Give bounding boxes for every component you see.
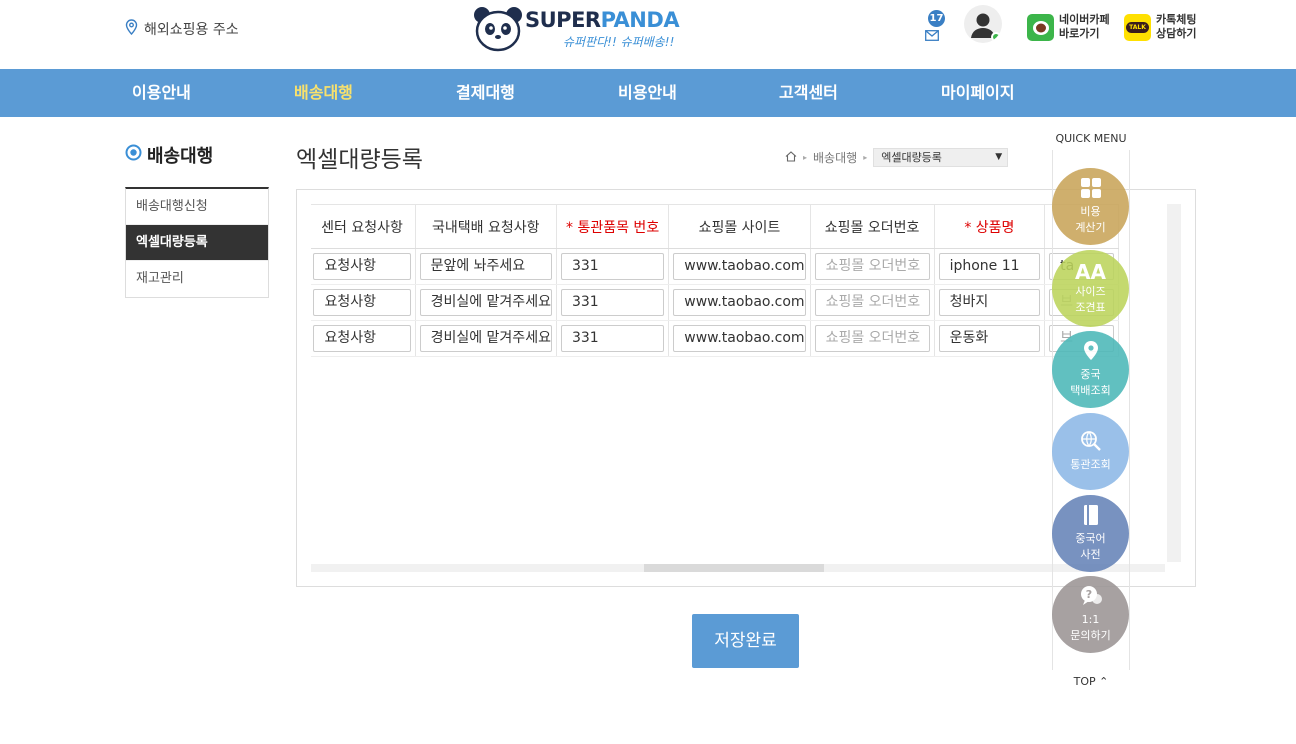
breadcrumb: ▸ 배송대행 ▸ 엑셀대량등록 ▼ bbox=[785, 148, 1009, 167]
globe-search-icon bbox=[1080, 430, 1102, 456]
home-icon[interactable] bbox=[785, 150, 797, 165]
customs-code-input[interactable]: 331 bbox=[560, 325, 665, 352]
shop-site-input[interactable]: www.taobao.com bbox=[673, 289, 806, 316]
question-chat-icon: ? bbox=[1079, 585, 1103, 611]
book-icon bbox=[1082, 504, 1100, 530]
column-header: 국내택배 요청사항 bbox=[415, 204, 557, 249]
nav-item-guide[interactable]: 이용안내 bbox=[132, 69, 191, 117]
save-complete-button[interactable]: 저장완료 bbox=[692, 614, 799, 668]
center-request-input[interactable]: 요청사항 bbox=[313, 253, 411, 280]
kakao-chat-label: 카톡체팅 상담하기 bbox=[1156, 13, 1197, 40]
location-pin-icon bbox=[125, 19, 138, 39]
overseas-address-label: 해외쇼핑용 주소 bbox=[144, 22, 239, 38]
horizontal-scrollbar[interactable] bbox=[311, 564, 1165, 572]
chevron-up-icon: ⌃ bbox=[1099, 675, 1109, 688]
overseas-address-link[interactable]: 해외쇼핑용 주소 bbox=[125, 19, 239, 39]
domestic-request-input[interactable]: 경비실에 맡겨주세요 bbox=[419, 289, 552, 316]
sidebar-item-inventory[interactable]: 재고관리 bbox=[126, 261, 268, 297]
nav-item-pricing[interactable]: 비용안내 bbox=[618, 69, 677, 117]
logo-wordmark: SUPERPANDA bbox=[525, 8, 680, 32]
column-header: * 상품명 bbox=[934, 204, 1046, 249]
scroll-top-button[interactable]: TOP ⌃ bbox=[1051, 675, 1131, 688]
table-header-row: 호 센터 요청사항 국내택배 요청사항 * 통관품목 번호 쇼핑몰 사이트 쇼핑… bbox=[311, 204, 1119, 249]
customs-code-input[interactable]: 331 bbox=[560, 253, 665, 280]
kakao-chat-link[interactable]: TALK 카톡체팅 상담하기 bbox=[1124, 13, 1196, 41]
customs-code-input[interactable]: 331 bbox=[560, 289, 665, 316]
kakao-talk-icon: TALK bbox=[1124, 13, 1151, 41]
naver-cafe-icon bbox=[1027, 13, 1054, 41]
center-request-input[interactable]: 요청사항 bbox=[313, 325, 411, 352]
column-header: * 통관품목 번호 bbox=[556, 204, 670, 249]
table-viewport: 호 센터 요청사항 국내택배 요청사항 * 통관품목 번호 쇼핑몰 사이트 쇼핑… bbox=[311, 204, 1165, 560]
vertical-scrollbar[interactable] bbox=[1167, 204, 1181, 562]
calculator-icon bbox=[1080, 177, 1102, 203]
nav-item-payment-agent[interactable]: 결제대행 bbox=[456, 69, 515, 117]
sidebar-item-shipping-request[interactable]: 배송대행신청 bbox=[126, 189, 268, 225]
quick-menu-title: QUICK MENU bbox=[1055, 132, 1127, 145]
product-name-input[interactable]: iphone 11 bbox=[938, 253, 1041, 280]
quick-size-chart-button[interactable]: AА 사이즈 조견표 bbox=[1052, 250, 1129, 327]
column-header: 쇼핑몰 사이트 bbox=[668, 204, 811, 249]
breadcrumb-page-select[interactable]: 엑셀대량등록 ▼ bbox=[873, 148, 1009, 167]
nav-item-mypage[interactable]: 마이페이지 bbox=[941, 69, 1015, 117]
horizontal-scrollbar-thumb[interactable] bbox=[644, 564, 824, 572]
table-row: 요청사항 경비실에 맡겨주세요 331 www.taobao.com 쇼핑몰 오… bbox=[311, 284, 1119, 321]
quick-chinese-dictionary-button[interactable]: 중국어 사전 bbox=[1052, 495, 1129, 572]
bulk-order-table: 호 센터 요청사항 국내택배 요청사항 * 통관품목 번호 쇼핑몰 사이트 쇼핑… bbox=[311, 204, 1119, 357]
mail-count-badge: 17 bbox=[928, 10, 945, 27]
online-status-dot bbox=[991, 32, 1001, 42]
map-pin-icon bbox=[1081, 340, 1101, 366]
superpanda-logo[interactable]: SUPERPANDA 슈퍼판다!! 슈퍼배송!! bbox=[473, 6, 680, 54]
shop-order-no-input[interactable]: 쇼핑몰 오더번호 bbox=[814, 289, 930, 316]
main-nav: 이용안내 배송대행 결제대행 비용안내 고객센터 마이페이지 bbox=[0, 69, 1296, 117]
table-row: 요청사항 경비실에 맡겨주세요 331 www.taobao.com 쇼핑몰 오… bbox=[311, 320, 1119, 357]
shop-site-input[interactable]: www.taobao.com bbox=[673, 325, 806, 352]
mailbox-button[interactable]: 17 bbox=[924, 10, 950, 41]
target-circle-icon bbox=[125, 144, 142, 166]
sidebar-menu: 배송대행신청 엑셀대량등록 재고관리 bbox=[125, 187, 269, 298]
quick-cost-calculator-button[interactable]: 비용 계산기 bbox=[1052, 168, 1129, 245]
svg-text:?: ? bbox=[1085, 588, 1091, 601]
shop-order-no-input[interactable]: 쇼핑몰 오더번호 bbox=[814, 253, 930, 280]
breadcrumb-shipping-agent[interactable]: 배송대행 bbox=[813, 149, 857, 166]
naver-cafe-link[interactable]: 네이버카페 바로가기 bbox=[1027, 13, 1110, 41]
logo-tagline: 슈퍼판다!! 슈퍼배송!! bbox=[563, 35, 675, 49]
caret-down-icon: ▼ bbox=[995, 152, 1003, 162]
quick-china-tracking-button[interactable]: 중국 택배조회 bbox=[1052, 331, 1129, 408]
chevron-right-icon: ▸ bbox=[863, 153, 868, 162]
nav-item-shipping-agent[interactable]: 배송대행 bbox=[294, 69, 353, 117]
naver-cafe-label: 네이버카페 바로가기 bbox=[1059, 13, 1110, 40]
product-name-input[interactable]: 청바지 bbox=[938, 289, 1041, 316]
domestic-request-input[interactable]: 문앞에 놔주세요 bbox=[419, 253, 552, 280]
mail-icon bbox=[925, 26, 939, 45]
shop-order-no-input[interactable]: 쇼핑몰 오더번호 bbox=[814, 325, 930, 352]
nav-item-customer-center[interactable]: 고객센터 bbox=[779, 69, 838, 117]
shop-site-input[interactable]: www.taobao.com bbox=[673, 253, 806, 280]
page-title: 엑셀대량등록 bbox=[296, 147, 423, 173]
user-avatar[interactable] bbox=[964, 5, 1002, 43]
sidebar-title: 배송대행 bbox=[125, 142, 213, 168]
sidebar-item-excel-bulk[interactable]: 엑셀대량등록 bbox=[126, 225, 268, 261]
table-row: 요청사항 문앞에 놔주세요 331 www.taobao.com 쇼핑몰 오더번… bbox=[311, 248, 1119, 285]
center-request-input[interactable]: 요청사항 bbox=[313, 289, 411, 316]
font-size-icon: AА bbox=[1075, 260, 1106, 284]
column-header: 센터 요청사항 bbox=[311, 204, 416, 249]
quick-customs-lookup-button[interactable]: 통관조회 bbox=[1052, 413, 1129, 490]
quick-inquiry-button[interactable]: ? 1:1 문의하기 bbox=[1052, 576, 1129, 653]
domestic-request-input[interactable]: 경비실에 맡겨주세요 bbox=[419, 325, 552, 352]
panda-logo-icon bbox=[474, 7, 522, 52]
column-header: 쇼핑몰 오더번호 bbox=[810, 204, 935, 249]
chevron-right-icon: ▸ bbox=[803, 153, 808, 162]
product-name-input[interactable]: 운동화 bbox=[938, 325, 1041, 352]
header: 해외쇼핑용 주소 SUPERPANDA 슈퍼판다!! 슈퍼배송!! 17 네이버… bbox=[0, 0, 1296, 69]
